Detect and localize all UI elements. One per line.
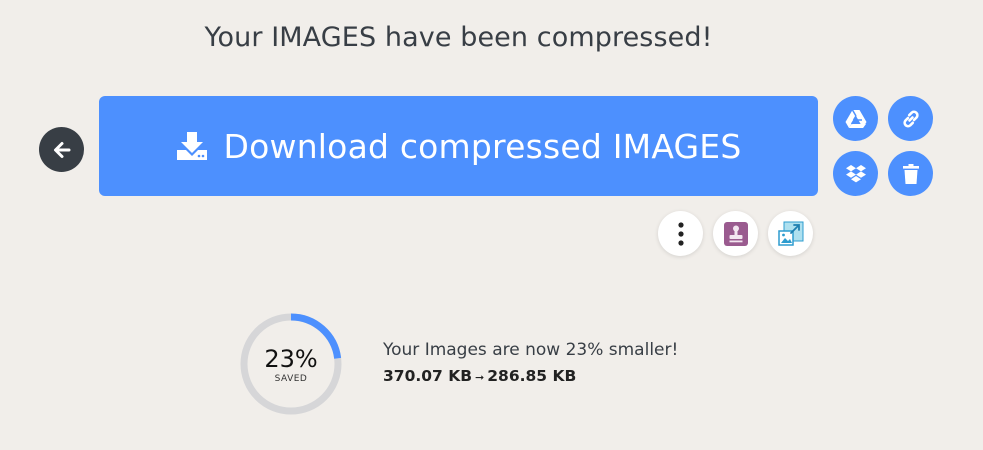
resize-image-icon — [777, 221, 803, 246]
more-options-button[interactable] — [658, 211, 703, 256]
download-icon — [176, 132, 207, 160]
dropbox-icon — [845, 164, 866, 182]
arrow-right-icon: ➞ — [475, 371, 485, 384]
trash-icon — [902, 163, 919, 184]
new-size: 286.85 KB — [487, 367, 577, 385]
save-to-google-drive-button[interactable] — [833, 96, 878, 141]
download-button[interactable]: Download compressed IMAGES — [99, 96, 818, 196]
summary-message: Your Images are now 23% smaller! — [383, 340, 679, 360]
arrow-left-icon — [53, 141, 70, 158]
save-to-dropbox-button[interactable] — [833, 151, 878, 196]
resize-image-button[interactable] — [768, 211, 813, 256]
more-vertical-icon — [677, 221, 684, 246]
copy-link-button[interactable] — [888, 96, 933, 141]
percent-saved-value: 23% — [264, 345, 318, 373]
compression-summary: Your Images are now 23% smaller! 370.07 … — [383, 340, 678, 385]
page-title: Your IMAGES have been compressed! — [204, 22, 713, 53]
stamp-icon — [723, 221, 748, 246]
google-drive-icon — [845, 109, 866, 128]
download-button-label: Download compressed IMAGES — [223, 126, 742, 166]
delete-button[interactable] — [888, 151, 933, 196]
size-comparison: 370.07 KB ➞ 286.85 KB — [383, 367, 678, 385]
link-icon — [902, 110, 919, 127]
original-size: 370.07 KB — [383, 367, 473, 385]
watermark-button[interactable] — [713, 211, 758, 256]
saved-label: SAVED — [274, 374, 308, 384]
savings-progress-ring: 23% SAVED — [238, 311, 344, 417]
back-button[interactable] — [39, 127, 84, 172]
